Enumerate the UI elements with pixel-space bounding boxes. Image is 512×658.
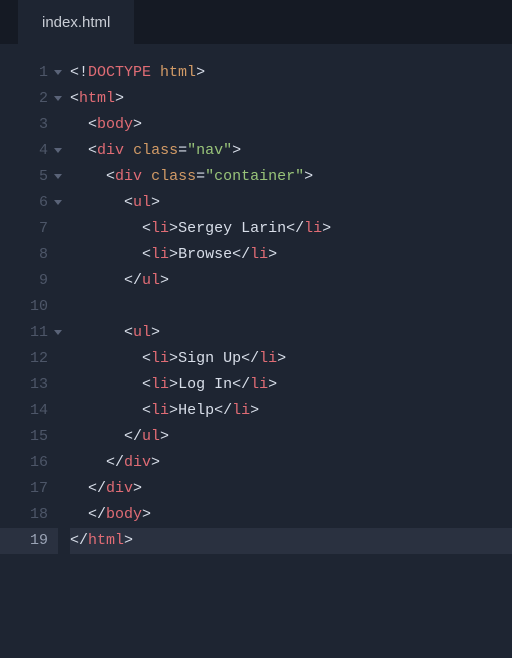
line-number: 1 [0, 60, 58, 86]
code-line [70, 294, 512, 320]
code-line: <html> [70, 86, 512, 112]
code-line: </html> [70, 528, 512, 554]
code-line: </body> [70, 502, 512, 528]
line-number: 2 [0, 86, 58, 112]
line-number: 8 [0, 242, 58, 268]
fold-icon[interactable] [54, 70, 62, 75]
code-line: </ul> [70, 424, 512, 450]
line-number: 7 [0, 216, 58, 242]
fold-icon[interactable] [54, 148, 62, 153]
code-line: <li>Log In</li> [70, 372, 512, 398]
code-line: </ul> [70, 268, 512, 294]
line-number: 19 [0, 528, 58, 554]
code-line: <li>Sergey Larin</li> [70, 216, 512, 242]
line-number: 5 [0, 164, 58, 190]
line-number: 16 [0, 450, 58, 476]
line-number: 18 [0, 502, 58, 528]
line-number: 12 [0, 346, 58, 372]
code-editor[interactable]: 1 2 3 4 5 6 7 8 9 10 11 12 13 14 15 16 1… [0, 44, 512, 554]
line-number: 15 [0, 424, 58, 450]
line-number: 6 [0, 190, 58, 216]
code-line: <!DOCTYPE html> [70, 60, 512, 86]
code-line: <li>Browse</li> [70, 242, 512, 268]
code-line: </div> [70, 476, 512, 502]
tab-active[interactable]: index.html [18, 0, 134, 44]
line-number: 13 [0, 372, 58, 398]
fold-icon[interactable] [54, 200, 62, 205]
fold-icon[interactable] [54, 174, 62, 179]
line-number: 3 [0, 112, 58, 138]
code-line: </div> [70, 450, 512, 476]
code-line: <div class="nav"> [70, 138, 512, 164]
code-line: <li>Sign Up</li> [70, 346, 512, 372]
line-number: 10 [0, 294, 58, 320]
line-number: 14 [0, 398, 58, 424]
code-line: <div class="container"> [70, 164, 512, 190]
gutter: 1 2 3 4 5 6 7 8 9 10 11 12 13 14 15 16 1… [0, 60, 58, 554]
code-line: <body> [70, 112, 512, 138]
fold-icon[interactable] [54, 96, 62, 101]
line-number: 4 [0, 138, 58, 164]
line-number: 17 [0, 476, 58, 502]
line-number: 9 [0, 268, 58, 294]
code-line: <li>Help</li> [70, 398, 512, 424]
code-line: <ul> [70, 320, 512, 346]
code-area[interactable]: <!DOCTYPE html> <html> <body> <div class… [58, 60, 512, 554]
line-number: 11 [0, 320, 58, 346]
tab-bar: index.html [0, 0, 512, 44]
code-line: <ul> [70, 190, 512, 216]
fold-icon[interactable] [54, 330, 62, 335]
